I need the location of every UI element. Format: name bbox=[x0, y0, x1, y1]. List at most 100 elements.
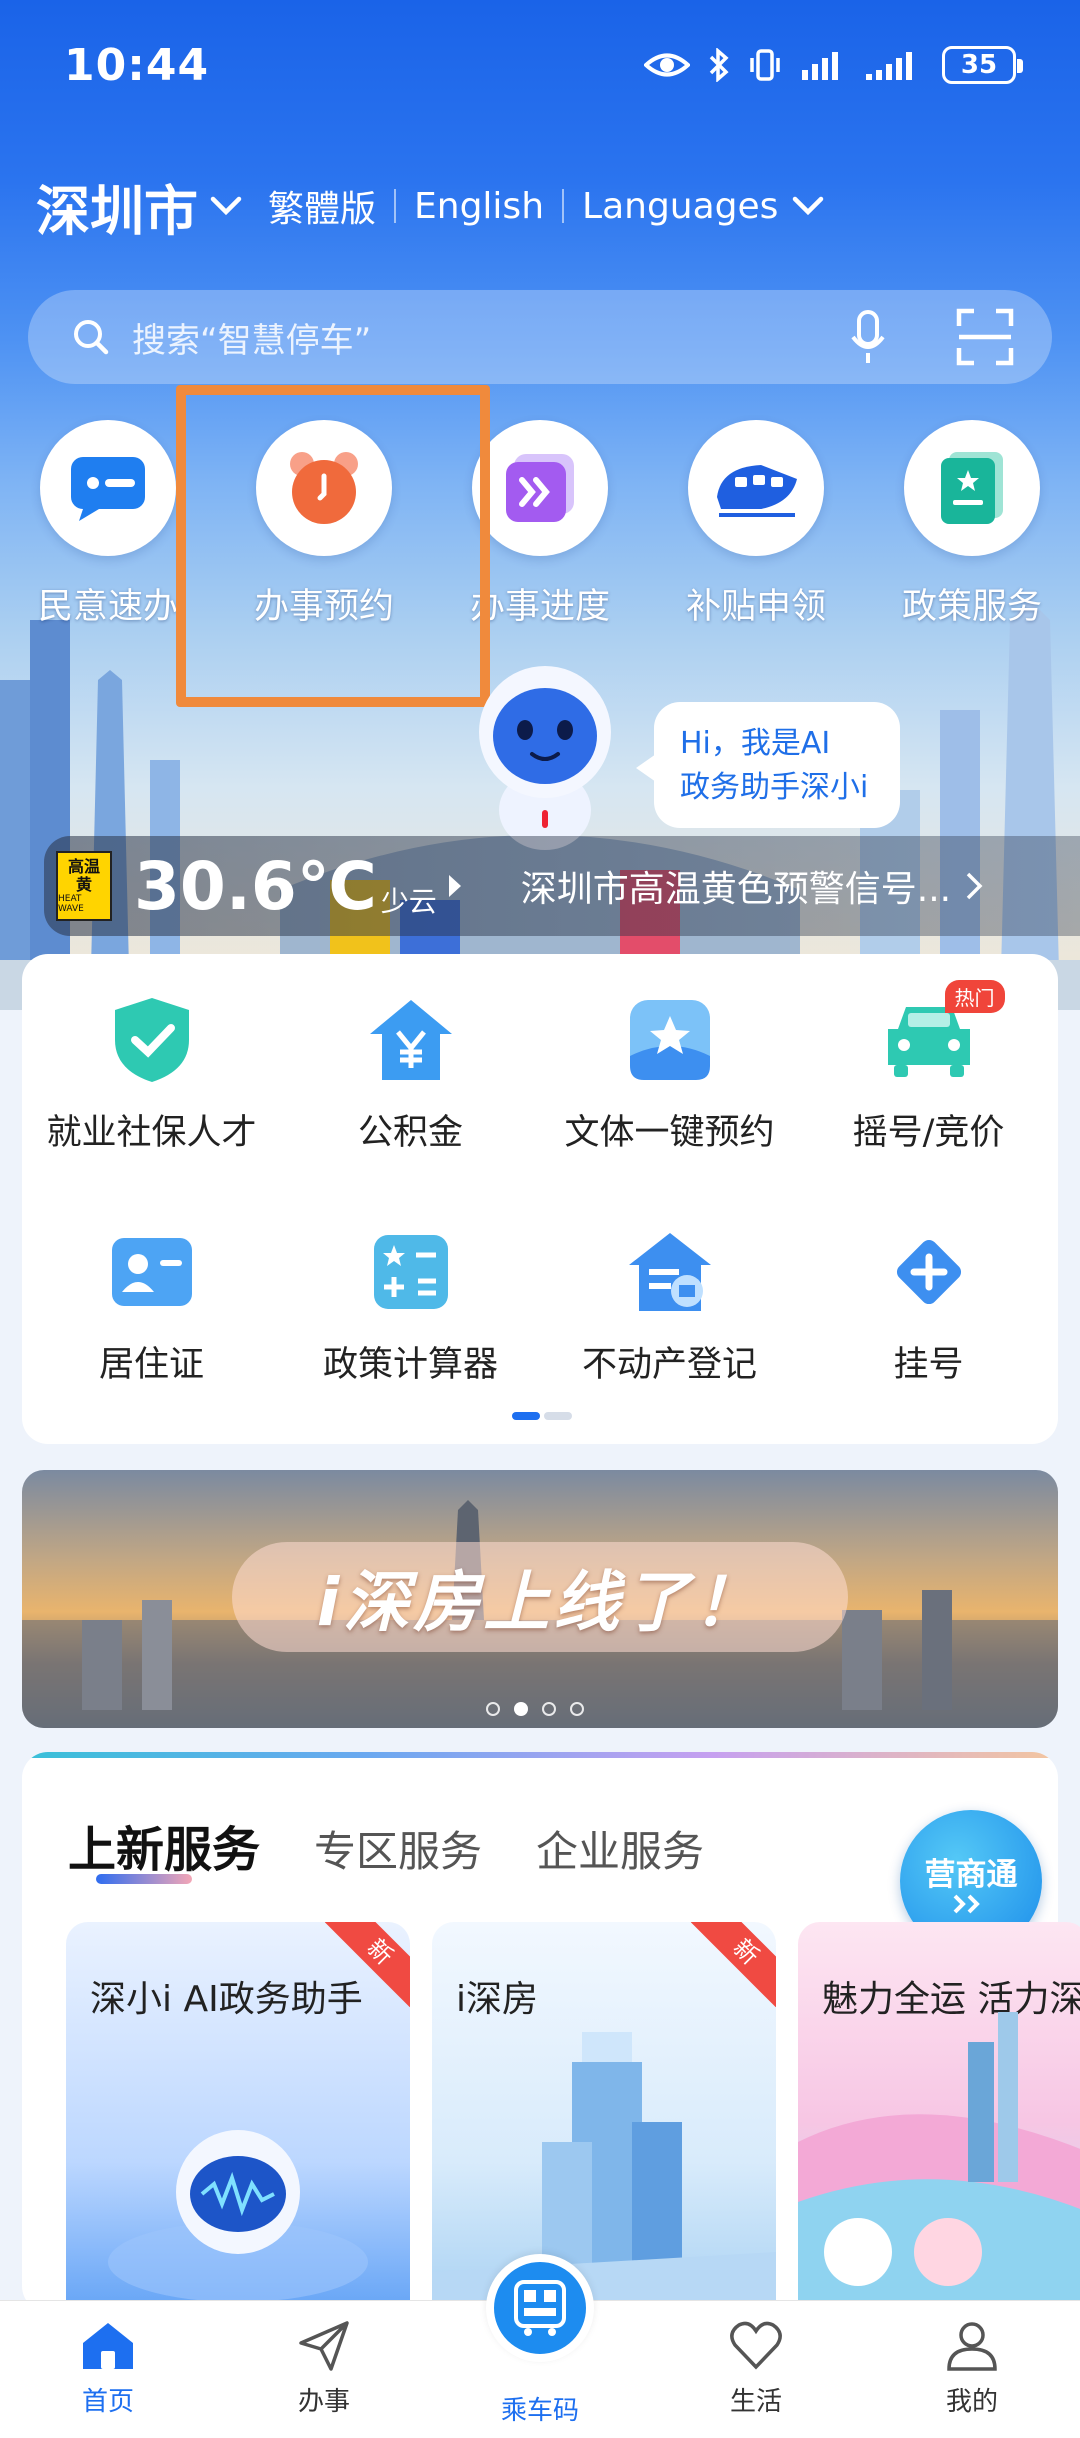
mascot-illustration bbox=[798, 2012, 1080, 2322]
vibrate-icon bbox=[750, 49, 780, 81]
grid-icon bbox=[883, 1226, 975, 1318]
nav-mine[interactable]: 我的 bbox=[864, 2321, 1080, 2418]
quick-item-circle bbox=[904, 420, 1040, 556]
shield-check-icon bbox=[114, 998, 189, 1082]
divider bbox=[394, 189, 397, 223]
grid-icon: 热门 bbox=[883, 980, 1005, 1086]
header: 深圳市 繁體版 English Languages bbox=[36, 168, 824, 244]
chevron-down-icon[interactable] bbox=[210, 196, 242, 216]
grid-item-housing-fund[interactable]: 公积金 bbox=[281, 994, 540, 1155]
grid-icon bbox=[624, 994, 716, 1086]
home-icon bbox=[83, 2323, 133, 2369]
quick-item-subsidy[interactable]: 补贴申领 bbox=[648, 420, 864, 629]
bubble-line-1: Hi，我是AI bbox=[680, 726, 831, 761]
grid-page-indicator bbox=[512, 1412, 572, 1420]
id-card-icon bbox=[111, 1238, 192, 1306]
tab-new-services[interactable]: 上新服务 bbox=[68, 1810, 260, 1880]
banner-dot-active bbox=[514, 1702, 528, 1716]
promo-banner[interactable]: i深房上线了！ bbox=[22, 1470, 1058, 1728]
nav-home[interactable]: 首页 bbox=[0, 2321, 216, 2418]
grid-label: 文体一键预约 bbox=[564, 1113, 775, 1153]
grid-item-culture-booking[interactable]: 文体一键预约 bbox=[540, 994, 799, 1155]
highlight-box bbox=[176, 385, 490, 707]
scan-icon[interactable] bbox=[956, 308, 1014, 366]
service-tile-national-games[interactable]: 魅力全运 活力深圳 bbox=[798, 1922, 1080, 2322]
hot-badge: 热门 bbox=[944, 980, 1005, 1013]
tab-zone-services[interactable]: 专区服务 bbox=[314, 1818, 482, 1879]
building-illustration bbox=[432, 2032, 776, 2322]
person-icon bbox=[947, 2322, 997, 2371]
yingshangtong-label: 营商通 bbox=[924, 1856, 1018, 1893]
weather-strip[interactable]: 高温 黄 HEAT WAVE 30.6℃ 少云 深圳市高温黄色预警信号... bbox=[44, 836, 1080, 936]
grid-label: 挂号 bbox=[893, 1345, 964, 1385]
double-chevron-icon bbox=[953, 1894, 980, 1913]
grid-item-property-registration[interactable]: 不动产登记 bbox=[540, 1226, 799, 1387]
medical-cross-icon bbox=[896, 1239, 961, 1305]
grid-item-lottery[interactable]: 热门 摇号/竞价 bbox=[799, 980, 1058, 1155]
traditional-chinese-link[interactable]: 繁體版 bbox=[268, 180, 376, 232]
chevron-down-icon[interactable] bbox=[792, 196, 824, 216]
city-selector[interactable]: 深圳市 bbox=[36, 167, 198, 246]
nav-ride-code[interactable] bbox=[486, 2254, 594, 2362]
grid-label: 居住证 bbox=[98, 1345, 204, 1385]
tab-enterprise-services[interactable]: 企业服务 bbox=[536, 1818, 704, 1879]
english-link[interactable]: English bbox=[414, 186, 544, 227]
nav-life[interactable]: 生活 bbox=[648, 2321, 864, 2418]
grid-icon bbox=[365, 1226, 457, 1318]
service-tile-i-shenfang[interactable]: i深房 新 bbox=[432, 1922, 776, 2322]
grid-icon bbox=[365, 994, 457, 1086]
quick-services: 民意速办 办事预约 办事进度 补贴申领 政策服务 bbox=[0, 420, 1080, 640]
grid-label: 政策计算器 bbox=[322, 1345, 498, 1385]
bus-qr-icon bbox=[514, 2280, 566, 2336]
heat-warning-icon: 高温 黄 HEAT WAVE bbox=[56, 851, 112, 921]
grid-label: 公积金 bbox=[357, 1113, 463, 1153]
grid-label: 就业社保人才 bbox=[46, 1113, 257, 1153]
search-bar[interactable]: 搜索“智慧停车” bbox=[28, 290, 1052, 384]
languages-link[interactable]: Languages bbox=[582, 186, 778, 227]
eye-icon bbox=[644, 53, 690, 77]
calculator-icon bbox=[373, 1235, 448, 1309]
bluetooth-icon bbox=[709, 48, 729, 82]
quick-item-circle bbox=[472, 420, 608, 556]
policy-book-icon bbox=[941, 452, 1003, 524]
grid-item-registration[interactable]: 挂号 bbox=[799, 1226, 1058, 1387]
signal-icon-2 bbox=[866, 52, 912, 80]
status-icons: 35 bbox=[644, 46, 1023, 84]
search-input[interactable]: 搜索“智慧停车” bbox=[132, 313, 371, 362]
quick-item-label: 政策服务 bbox=[901, 587, 1042, 627]
nav-label: 办事 bbox=[297, 2387, 350, 2417]
grid-item-policy-calculator[interactable]: 政策计算器 bbox=[281, 1226, 540, 1387]
page-dot-active bbox=[512, 1412, 540, 1420]
nav-label: 首页 bbox=[81, 2387, 134, 2417]
grid-item-residence-permit[interactable]: 居住证 bbox=[22, 1226, 281, 1387]
chevron-right-icon[interactable] bbox=[965, 871, 983, 901]
grid-item-employment[interactable]: 就业社保人才 bbox=[22, 994, 281, 1155]
quick-item-label: 民意速办 bbox=[37, 587, 178, 627]
grid-icon bbox=[106, 1226, 198, 1318]
quick-item-policy[interactable]: 政策服务 bbox=[864, 420, 1080, 629]
nav-ride-code-label: 乘车码 bbox=[500, 2396, 579, 2426]
nav-services[interactable]: 办事 bbox=[216, 2321, 432, 2418]
search-icon bbox=[74, 320, 109, 355]
temperature: 30.6℃ bbox=[134, 847, 377, 925]
weather-warning[interactable]: 深圳市高温黄色预警信号... bbox=[521, 860, 951, 912]
banner-page-indicator bbox=[486, 1702, 584, 1716]
heat-warning-title: 高温 bbox=[67, 857, 100, 876]
ai-assistant-mascot[interactable] bbox=[450, 660, 640, 850]
signal-icon bbox=[802, 52, 838, 80]
train-icon bbox=[717, 465, 797, 517]
quick-item-circle bbox=[40, 420, 176, 556]
active-tab-indicator bbox=[96, 1874, 192, 1884]
chat-bubble-icon bbox=[71, 457, 145, 521]
services-tabs: 上新服务 专区服务 企业服务 bbox=[68, 1810, 704, 1880]
status-time: 10:44 bbox=[64, 39, 210, 91]
nav-label: 我的 bbox=[945, 2387, 998, 2417]
yuan-house-icon bbox=[369, 1000, 452, 1080]
assistant-speech-bubble[interactable]: Hi，我是AI 政务助手深小i bbox=[636, 702, 900, 828]
heat-warning-level: 黄 bbox=[75, 875, 92, 894]
nav-label: 生活 bbox=[729, 2387, 782, 2417]
property-house-icon bbox=[628, 1233, 711, 1311]
microphone-icon[interactable] bbox=[850, 309, 886, 365]
service-tile-ai-assistant[interactable]: 深小i AI政务助手 新 bbox=[66, 1922, 410, 2322]
heart-icon bbox=[730, 2321, 782, 2370]
